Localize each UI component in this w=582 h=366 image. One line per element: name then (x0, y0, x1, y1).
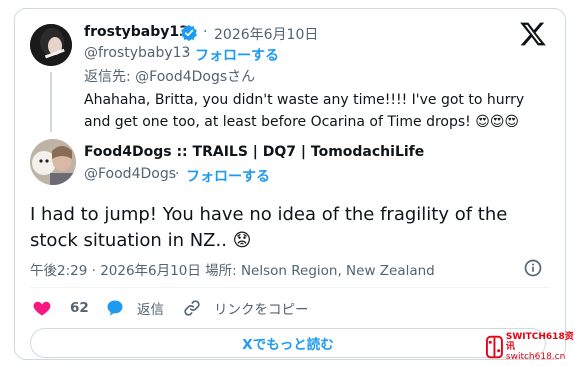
avatar-food4dogs[interactable] (30, 139, 76, 185)
divider (30, 287, 550, 288)
copy-link-button[interactable]: リンクをコピー (182, 298, 309, 318)
main-display-name[interactable]: Food4Dogs :: TRAILS | DQ7 | TomodachiLif… (84, 144, 424, 160)
main-handle[interactable]: @Food4Dogs (84, 166, 176, 182)
thread-line (50, 72, 52, 132)
reply-bubble-icon (107, 300, 123, 316)
info-icon[interactable] (523, 258, 543, 278)
heart-icon (33, 301, 51, 316)
watermark: SWITCH618资讯 switch618.cn (486, 332, 578, 362)
reply-handle[interactable]: @frostybaby13 (84, 45, 190, 61)
reply-handle-dot: · (184, 45, 189, 61)
like-count: 62 (70, 300, 89, 316)
reply-timestamp[interactable]: 2026年6月10日 (214, 24, 318, 44)
main-follow-button[interactable]: フォローする (186, 166, 270, 186)
like-button[interactable]: 62 (32, 298, 89, 318)
reply-display-name[interactable]: frostybaby13 (84, 24, 189, 40)
replying-to: 返信先: @Food4Dogsさん (84, 69, 256, 85)
post-meta[interactable]: 午後2:29 · 2026年6月10日 場所: Nelson Region, N… (30, 259, 435, 279)
link-icon (184, 300, 200, 316)
verified-badge-icon (181, 24, 197, 42)
watermark-line2: switch618.cn (505, 352, 566, 362)
copy-link-label: リンクをコピー (214, 302, 309, 318)
reply-label: 返信 (137, 302, 164, 318)
switch-logo-icon (486, 335, 503, 359)
main-text: I had to jump! You have no idea of the f… (30, 204, 508, 251)
read-more-button[interactable]: Xでもっと読む (30, 328, 546, 358)
reply-text: Ahahaha, Britta, you didn't waste any ti… (84, 92, 525, 130)
watermark-line1: SWITCH618资讯 (505, 332, 574, 352)
reply-dot: · (203, 24, 208, 40)
x-logo-icon[interactable] (519, 20, 547, 48)
main-handle-dot: · (175, 166, 180, 182)
avatar-frostybaby13[interactable] (30, 24, 72, 66)
reply-button[interactable]: 返信 (105, 298, 164, 318)
reply-follow-button[interactable]: フォローする (195, 45, 279, 65)
